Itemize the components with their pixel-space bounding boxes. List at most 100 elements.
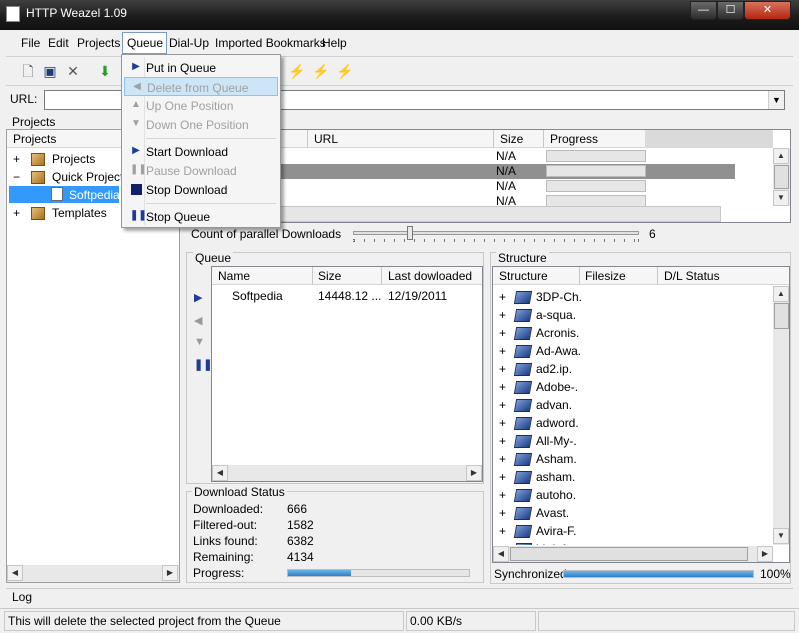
maximize-button[interactable]: ☐ [717, 1, 744, 20]
close-button[interactable]: ✕ [744, 1, 791, 20]
structure-row[interactable]: + ad2.ip. [493, 360, 772, 378]
structure-expander[interactable]: + [499, 416, 506, 430]
structure-row[interactable]: + Adobe-. [493, 378, 772, 396]
structure-row[interactable]: + advan. [493, 396, 772, 414]
url-dropdown-button[interactable]: ▼ [768, 91, 784, 109]
menu-imported-bookmarks[interactable]: Imported Bookmarks [215, 36, 326, 50]
parallel-slider-track[interactable] [353, 231, 639, 235]
tree-item-templates[interactable]: Templates [52, 206, 107, 220]
tree-item-projects[interactable]: Projects [52, 152, 95, 166]
queue-row[interactable]: Softpedia 14448.12 ... 12/19/2011 [212, 288, 482, 304]
scroll-right-button[interactable]: ▶ [757, 546, 773, 562]
col-url[interactable]: URL [314, 132, 338, 146]
col-size[interactable]: Size [318, 269, 341, 283]
structure-vscrollbar[interactable]: ▲ ▼ [773, 286, 789, 545]
structure-row[interactable]: + Avast. [493, 504, 772, 522]
scroll-down-button[interactable]: ▼ [773, 528, 789, 544]
scroll-thumb[interactable] [774, 303, 789, 329]
new-project-icon[interactable]: 🗋 [19, 62, 37, 80]
structure-expander[interactable]: + [499, 524, 506, 538]
menu-item-delete-from-queue[interactable]: ◀ Delete from Queue [124, 77, 278, 96]
queue-row-date: 12/19/2011 [388, 289, 448, 303]
projects-hscrollbar[interactable]: ◀ ▶ [7, 565, 179, 582]
delete-icon[interactable]: ✕ [64, 62, 82, 80]
scroll-up-button[interactable]: ▲ [773, 286, 789, 302]
structure-expander[interactable]: + [499, 470, 506, 484]
structure-expander[interactable]: + [499, 362, 506, 376]
queue-hscrollbar[interactable]: ◀ ▶ [212, 465, 482, 481]
scroll-left-button[interactable]: ◀ [493, 546, 509, 562]
menu-help[interactable]: Help [322, 36, 347, 50]
col-last-downloaded[interactable]: Last dowloaded [388, 269, 472, 283]
col-structure[interactable]: Structure [499, 269, 548, 283]
structure-expander[interactable]: + [499, 344, 506, 358]
menu-item-up-one-position[interactable]: ▲ Up One Position [124, 96, 278, 115]
structure-row[interactable]: + asham. [493, 468, 772, 486]
structure-hscrollbar[interactable]: ◀ ▶ [493, 546, 773, 562]
structure-row[interactable]: + a-squa. [493, 306, 772, 324]
structure-row[interactable]: + Ad-Awa. [493, 342, 772, 360]
menu-file[interactable]: File [21, 36, 40, 50]
scroll-left-button[interactable]: ◀ [7, 565, 23, 581]
structure-row[interactable]: + bitdefe. [493, 540, 772, 545]
scroll-up-button[interactable]: ▲ [773, 148, 789, 164]
structure-row[interactable]: + Asham. [493, 450, 772, 468]
tree-item-softpedia[interactable]: Softpedia [69, 188, 120, 202]
parallel-slider-thumb[interactable] [407, 226, 414, 240]
toolbar-tool-icon-1[interactable]: ⚡ [288, 62, 306, 80]
structure-expander[interactable]: + [499, 488, 506, 502]
structure-expander[interactable]: + [499, 506, 506, 520]
menu-item-stop-queue[interactable]: ❚❚ Stop Queue [124, 207, 278, 226]
structure-row[interactable]: +3DP-Ch. [493, 288, 772, 306]
col-size[interactable]: Size [500, 132, 523, 146]
structure-row[interactable]: + Acronis. [493, 324, 772, 342]
tree-expander-quick-projects[interactable]: − [13, 170, 20, 184]
structure-expander[interactable]: + [499, 290, 506, 304]
tree-expander-templates[interactable]: + [13, 206, 20, 220]
structure-row[interactable]: + adword. [493, 414, 772, 432]
scroll-right-button[interactable]: ▶ [162, 565, 178, 581]
col-filesize[interactable]: Filesize [585, 269, 626, 283]
queue-put-arrow-icon[interactable]: ▶ [194, 291, 202, 304]
download-icon[interactable]: ⬇ [96, 62, 114, 80]
open-project-icon[interactable]: ▣ [41, 62, 59, 80]
structure-expander[interactable]: + [499, 452, 506, 466]
structure-expander[interactable]: + [499, 380, 506, 394]
structure-expander[interactable]: + [499, 308, 506, 322]
menu-edit[interactable]: Edit [48, 36, 69, 50]
menu-item-stop-download[interactable]: Stop Download [124, 180, 278, 199]
structure-row[interactable]: + autoho. [493, 486, 772, 504]
queue-stop-icon[interactable]: ❚❚ [194, 358, 212, 371]
menu-item-start-download[interactable]: ▶ Start Download [124, 142, 278, 161]
structure-expander[interactable]: + [499, 542, 506, 545]
tree-expander-projects[interactable]: + [13, 152, 20, 166]
menu-dialup[interactable]: Dial-Up [169, 36, 209, 50]
menu-projects[interactable]: Projects [77, 36, 120, 50]
scroll-thumb[interactable] [510, 547, 748, 561]
tree-item-quick-projects[interactable]: Quick Projects [52, 170, 129, 184]
toolbar-tool-icon-2[interactable]: ⚡ [312, 62, 330, 80]
col-progress[interactable]: Progress [550, 132, 598, 146]
structure-expander[interactable]: + [499, 326, 506, 340]
folder-box-icon [31, 153, 45, 166]
minimize-button[interactable]: — [690, 1, 717, 20]
structure-row[interactable]: + All-My-. [493, 432, 772, 450]
structure-expander[interactable]: + [499, 434, 506, 448]
queue-remove-arrow-icon[interactable]: ◀ [194, 314, 202, 327]
menu-queue[interactable]: Queue [127, 36, 163, 50]
toolbar-tool-icon-3[interactable]: ⚡ [336, 62, 354, 80]
menu-item-down-one-position[interactable]: ▼ Down One Position [124, 115, 278, 134]
project-grid-vscrollbar[interactable]: ▲ ▼ [773, 148, 790, 206]
col-name[interactable]: Name [218, 269, 250, 283]
scroll-thumb[interactable] [774, 165, 789, 189]
menu-item-pause-download[interactable]: ❚❚ Pause Download [124, 161, 278, 180]
structure-row[interactable]: + Avira-F. [493, 522, 772, 540]
queue-down-arrow-icon[interactable]: ▼ [194, 336, 205, 348]
structure-expander[interactable]: + [499, 398, 506, 412]
structure-row-label: advan. [536, 398, 573, 412]
scroll-down-button[interactable]: ▼ [773, 190, 789, 206]
col-dl-status[interactable]: D/L Status [664, 269, 720, 283]
scroll-right-button[interactable]: ▶ [466, 465, 482, 481]
menu-item-put-in-queue[interactable]: ▶ Put in Queue [124, 58, 278, 77]
scroll-left-button[interactable]: ◀ [212, 465, 228, 481]
